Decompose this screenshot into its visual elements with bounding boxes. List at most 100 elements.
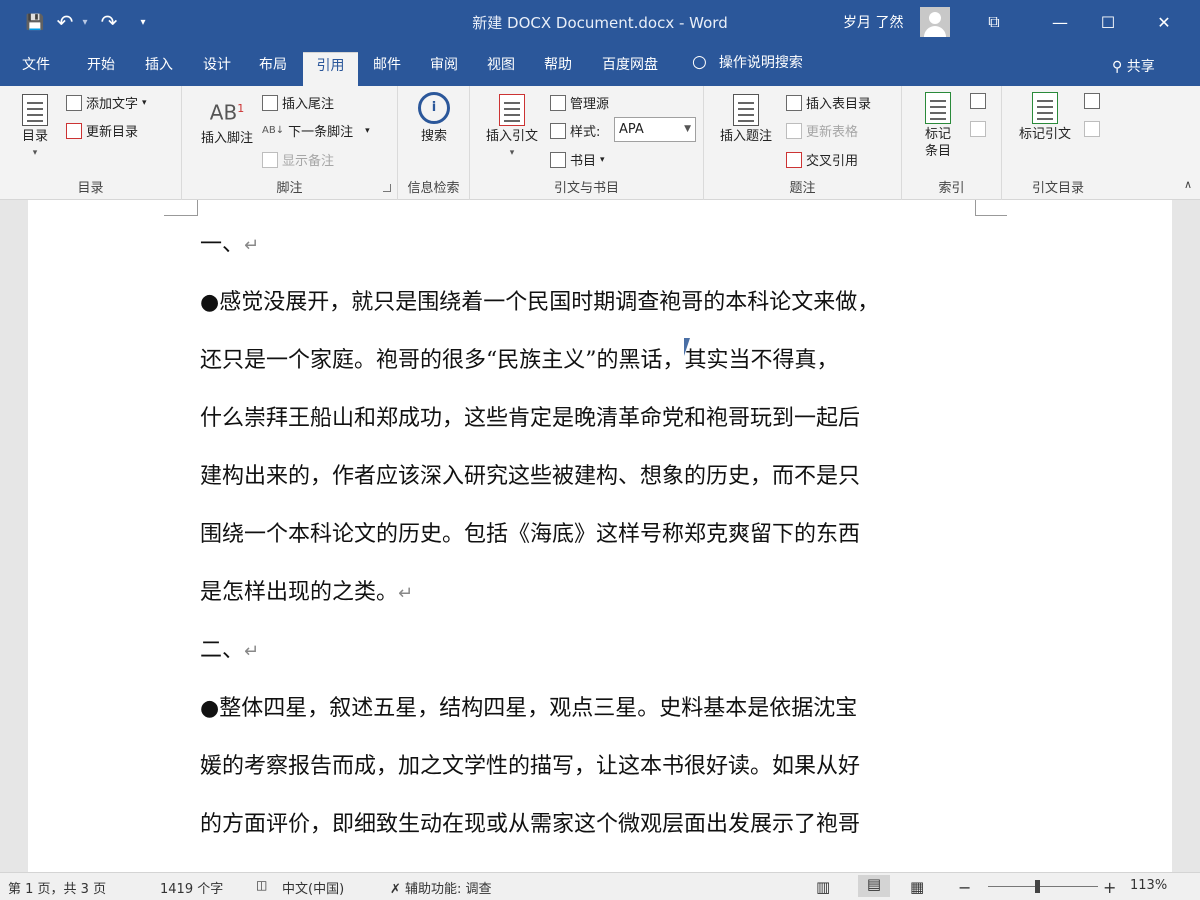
- paragraph-9: ●整体四星，叙述五星，结构四星，观点三星。史料基本是依据沈宝: [200, 696, 858, 721]
- group-label-citations: 引文与书目: [553, 181, 619, 196]
- tab-insert[interactable]: 插入: [136, 52, 182, 86]
- crop-mark-right: [975, 200, 1007, 216]
- title-bar: 💾 ↶ ▾ ↷ ▾ 新建 DOCX Document.docx - Word 岁…: [0, 0, 1200, 44]
- ribbon-tabs: 文件 开始 插入 设计 布局 引用 邮件 审阅 视图 帮助 百度网盘: [0, 44, 1200, 86]
- update-table-label: 更新表格: [806, 125, 859, 140]
- ribbon: 目录 ▾ 添加文字 ▾ 更新目录 目录 AB1 插入脚注 插入尾注 AB↓ 下一条…: [0, 86, 1200, 200]
- close-button[interactable]: ✕: [1140, 0, 1188, 44]
- web-layout-icon[interactable]: ▦: [910, 878, 924, 896]
- group-label-toc: 目录: [77, 181, 104, 196]
- ribbon-display-options-icon[interactable]: ⧉: [970, 0, 1018, 44]
- zoom-level[interactable]: 113%: [1130, 878, 1167, 893]
- minimize-button[interactable]: —: [1036, 0, 1084, 44]
- show-notes-button[interactable]: 显示备注: [262, 150, 334, 169]
- update-table-icon: [66, 122, 82, 139]
- cross-reference-label: 交叉引用: [806, 154, 859, 169]
- crop-mark-left: [164, 200, 198, 216]
- bibliography-button[interactable]: 书目 ▾: [550, 150, 605, 169]
- add-text-label: 添加文字: [86, 97, 139, 112]
- collapse-ribbon-icon[interactable]: ∧: [1184, 178, 1192, 191]
- update-table-icon: [786, 122, 802, 139]
- tell-me-label: 操作说明搜索: [718, 55, 803, 71]
- next-footnote-button[interactable]: AB↓ 下一条脚注 ▾: [262, 121, 370, 140]
- add-text-button[interactable]: 添加文字 ▾: [66, 93, 147, 112]
- paragraph-10: 媛的考察报告而成，加之文学性的描写，让这本书很好读。如果从好: [200, 754, 861, 779]
- tab-baidu-netdisk[interactable]: 百度网盘: [592, 52, 668, 86]
- tab-file[interactable]: 文件: [14, 52, 58, 86]
- update-toa-icon[interactable]: [1084, 121, 1100, 137]
- update-table-button[interactable]: 更新表格: [786, 121, 858, 140]
- insert-table-of-figures-button[interactable]: 插入表目录: [786, 93, 871, 112]
- citation-style-select[interactable]: APA ▼: [614, 117, 696, 142]
- document-body[interactable]: 一、↵ ●感觉没展开，就只是围绕着一个民国时期调查袍哥的本科论文来做， 还只是一…: [200, 225, 1000, 835]
- mark-entry-button[interactable]: 标记 条目: [912, 92, 964, 160]
- read-mode-icon[interactable]: ▥: [816, 878, 830, 896]
- tab-references[interactable]: 引用: [303, 52, 358, 86]
- insert-index-icon[interactable]: [970, 93, 986, 109]
- zoom-in-button[interactable]: +: [1103, 878, 1116, 897]
- search-icon: i: [418, 92, 450, 124]
- mark-citation-button[interactable]: 标记引文: [1010, 92, 1080, 143]
- print-layout-icon[interactable]: ▤: [858, 875, 890, 897]
- insert-endnote-button[interactable]: 插入尾注: [262, 93, 334, 112]
- proofing-icon[interactable]: ◫: [256, 878, 267, 892]
- paragraph-2: ●感觉没展开，就只是围绕着一个民国时期调查袍哥的本科论文来做，: [200, 290, 880, 315]
- tab-review[interactable]: 审阅: [421, 52, 467, 86]
- insert-footnote-button[interactable]: AB1 插入脚注: [192, 100, 262, 147]
- show-notes-label: 显示备注: [282, 154, 335, 169]
- insert-table-of-figures-label: 插入表目录: [806, 97, 872, 112]
- update-index-icon[interactable]: [970, 121, 986, 137]
- paragraph-8: 二、↵: [200, 638, 260, 663]
- group-footnotes: AB1 插入脚注 插入尾注 AB↓ 下一条脚注 ▾ 显示备注 脚注: [182, 86, 398, 200]
- accessibility-status[interactable]: ✗ 辅助功能: 调查: [390, 878, 492, 897]
- tell-me-search[interactable]: ○ 操作说明搜索: [692, 52, 803, 72]
- footnote-dialog-launcher-icon[interactable]: [383, 184, 391, 192]
- zoom-out-button[interactable]: −: [958, 878, 971, 897]
- toc-button[interactable]: 目录 ▾: [14, 94, 56, 162]
- window-title: 新建 DOCX Document.docx - Word: [472, 14, 728, 32]
- tab-home[interactable]: 开始: [78, 52, 124, 86]
- tab-design[interactable]: 设计: [194, 52, 240, 86]
- group-research: i 搜索 信息检索: [398, 86, 470, 200]
- tab-layout[interactable]: 布局: [250, 52, 296, 86]
- endnote-icon: [262, 94, 278, 111]
- zoom-slider-track[interactable]: [988, 886, 1098, 887]
- insert-footnote-label: 插入脚注: [200, 131, 253, 146]
- insert-citation-label: 插入引文: [485, 129, 538, 144]
- group-index: 标记 条目 索引: [902, 86, 1002, 200]
- tab-mailings[interactable]: 邮件: [364, 52, 410, 86]
- insert-caption-label: 插入题注: [719, 129, 772, 144]
- zoom-slider-thumb[interactable]: [1035, 880, 1040, 893]
- user-name[interactable]: 岁月 了然: [843, 12, 903, 32]
- group-label-index: 索引: [938, 181, 965, 196]
- language-status[interactable]: 中文(中国): [282, 878, 344, 897]
- group-toc: 目录 ▾ 添加文字 ▾ 更新目录 目录: [0, 86, 182, 200]
- update-toc-button[interactable]: 更新目录: [66, 121, 138, 140]
- paragraph-6: 围绕一个本科论文的历史。包括《海底》这样号称郑克爽留下的东西: [200, 522, 861, 547]
- page-count[interactable]: 第 1 页，共 3 页: [8, 878, 106, 897]
- style-label-row: 样式:: [550, 121, 600, 140]
- avatar[interactable]: [920, 7, 950, 37]
- insert-citation-button[interactable]: 插入引文 ▾: [480, 94, 544, 162]
- toc-label: 目录: [21, 129, 48, 144]
- insert-caption-button[interactable]: 插入题注: [714, 94, 778, 145]
- insert-toa-icon[interactable]: [1084, 93, 1100, 109]
- mark-citation-icon: [1032, 92, 1058, 124]
- manage-sources-label: 管理源: [570, 97, 610, 112]
- vertical-scrollbar[interactable]: [1184, 200, 1200, 872]
- paragraph-1: 一、↵: [200, 232, 260, 257]
- share-button[interactable]: ⚲ 共享: [1112, 56, 1155, 76]
- manage-sources-button[interactable]: 管理源: [550, 93, 609, 112]
- maximize-button[interactable]: ☐: [1084, 0, 1132, 44]
- paragraph-7: 是怎样出现的之类。↵: [200, 580, 414, 605]
- cross-reference-icon: [786, 151, 802, 168]
- cross-reference-button[interactable]: 交叉引用: [786, 150, 858, 169]
- mark-entry-icon: [925, 92, 951, 124]
- toc-icon: [22, 94, 48, 126]
- tab-view[interactable]: 视图: [478, 52, 524, 86]
- citation-style-value: APA: [619, 122, 644, 137]
- tab-help[interactable]: 帮助: [535, 52, 581, 86]
- lightbulb-icon: ○: [692, 52, 707, 72]
- search-button[interactable]: i 搜索: [410, 92, 458, 145]
- word-count[interactable]: 1419 个字: [160, 878, 223, 897]
